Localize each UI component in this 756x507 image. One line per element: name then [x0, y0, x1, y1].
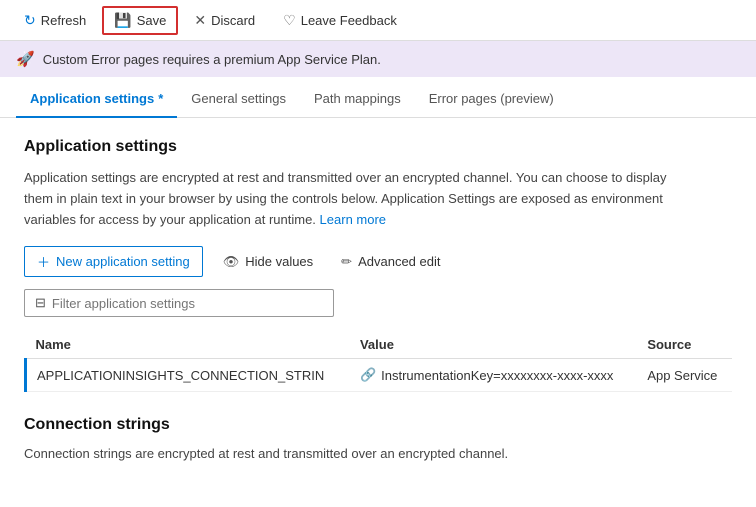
save-icon: 💾: [114, 12, 131, 29]
edit-icon: ✏: [341, 254, 352, 270]
cell-value: 🔗 InstrumentationKey=xxxxxxxx-xxxx-xxxx: [350, 359, 637, 392]
description-block: Application settings are encrypted at re…: [24, 168, 732, 230]
tab-asterisk: *: [158, 91, 163, 106]
heart-icon: ♡: [283, 12, 296, 29]
discard-button[interactable]: ✕ Discard: [182, 6, 267, 35]
col-name-header: Name: [26, 331, 350, 359]
settings-table: Name Value Source APPLICATIONINSIGHTS_CO…: [24, 331, 732, 392]
banner-text: Custom Error pages requires a premium Ap…: [43, 52, 381, 67]
toolbar: ↻ Refresh 💾 Save ✕ Discard ♡ Leave Feedb…: [0, 0, 756, 41]
conn-title: Connection strings: [24, 416, 732, 434]
main-content: Application settings Application setting…: [0, 118, 756, 485]
refresh-icon: ↻: [24, 12, 36, 29]
desc-line2: them in plain text in your browser by us…: [24, 191, 663, 206]
refresh-button[interactable]: ↻ Refresh: [12, 6, 98, 35]
cell-name: APPLICATIONINSIGHTS_CONNECTION_STRIN: [26, 359, 350, 392]
feedback-button[interactable]: ♡ Leave Feedback: [271, 6, 409, 35]
hide-values-label: Hide values: [245, 254, 313, 269]
desc-line1: Application settings are encrypted at re…: [24, 170, 666, 185]
advanced-edit-button[interactable]: ✏ Advanced edit: [333, 249, 448, 275]
cell-source: App Service: [637, 359, 732, 392]
desc-line3: variables for access by your application…: [24, 212, 316, 227]
tab-general-label: General settings: [191, 91, 286, 106]
tab-path-label: Path mappings: [314, 91, 401, 106]
section-title: Application settings: [24, 138, 732, 156]
save-button[interactable]: 💾 Save: [102, 6, 178, 35]
rocket-icon: 🚀: [16, 50, 35, 68]
eye-icon: 👁: [223, 254, 240, 270]
col-source-header: Source: [637, 331, 732, 359]
tab-error-label: Error pages (preview): [429, 91, 554, 106]
feedback-label: Leave Feedback: [301, 13, 397, 28]
save-label: Save: [137, 13, 167, 28]
tab-bar: Application settings * General settings …: [0, 81, 756, 118]
cell-value-text: InstrumentationKey=xxxxxxxx-xxxx-xxxx: [381, 368, 613, 383]
tab-path-mappings[interactable]: Path mappings: [300, 81, 415, 118]
tab-general-settings[interactable]: General settings: [177, 81, 300, 118]
refresh-label: Refresh: [41, 13, 87, 28]
table-header-row: Name Value Source: [26, 331, 733, 359]
connection-strings-section: Connection strings Connection strings ar…: [24, 416, 732, 465]
tab-app-settings-label: Application settings: [30, 91, 154, 106]
advanced-edit-label: Advanced edit: [358, 254, 440, 269]
filter-input-wrap: ⊟: [24, 289, 334, 317]
conn-desc: Connection strings are encrypted at rest…: [24, 444, 732, 465]
actions-row: ＋ New application setting 👁 Hide values …: [24, 246, 732, 277]
premium-banner: 🚀 Custom Error pages requires a premium …: [0, 41, 756, 77]
plus-icon: ＋: [37, 252, 50, 271]
learn-more-link[interactable]: Learn more: [320, 212, 386, 227]
hide-values-button[interactable]: 👁 Hide values: [215, 249, 321, 275]
new-application-setting-button[interactable]: ＋ New application setting: [24, 246, 203, 277]
discard-icon: ✕: [194, 12, 206, 29]
table-row[interactable]: APPLICATIONINSIGHTS_CONNECTION_STRIN 🔗 I…: [26, 359, 733, 392]
discard-label: Discard: [211, 13, 255, 28]
col-value-header: Value: [350, 331, 637, 359]
filter-icon: ⊟: [35, 295, 46, 311]
link-icon: 🔗: [360, 367, 376, 383]
filter-input[interactable]: [52, 296, 323, 311]
new-setting-label: New application setting: [56, 254, 190, 269]
tab-error-pages[interactable]: Error pages (preview): [415, 81, 568, 118]
tab-application-settings[interactable]: Application settings *: [16, 81, 177, 118]
filter-row: ⊟: [24, 289, 732, 317]
